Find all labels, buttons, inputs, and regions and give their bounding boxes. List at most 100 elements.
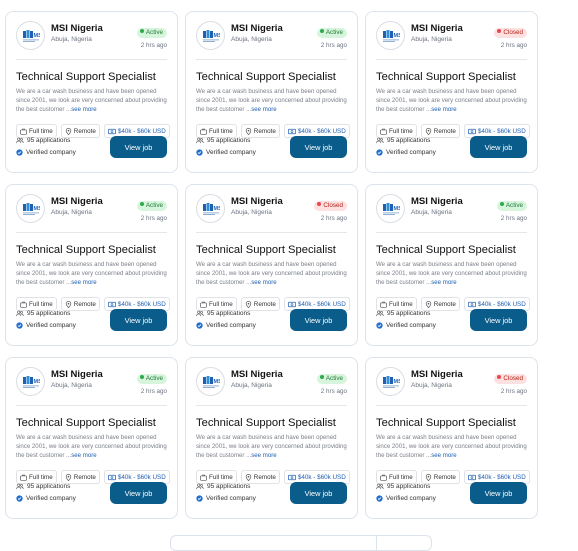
card-footer: 95 applications Verified company View jo…	[196, 309, 347, 333]
card-footer: 95 applications Verified company View jo…	[376, 136, 527, 160]
briefcase-icon	[200, 474, 207, 481]
job-card-2[interactable]: MSI MSI Nigeria Abuja, Nigeria Active 2 …	[185, 11, 358, 173]
status-label: Active	[145, 375, 163, 382]
tag-job-type-label: Full time	[209, 473, 233, 481]
job-card-4[interactable]: MSI MSI Nigeria Abuja, Nigeria Active 2 …	[5, 184, 178, 346]
company-info: MSI Nigeria Abuja, Nigeria	[411, 194, 497, 218]
company-location: Abuja, Nigeria	[51, 36, 92, 43]
applications-count: 95 applications	[196, 483, 250, 490]
job-card-7[interactable]: MSI MSI Nigeria Abuja, Nigeria Active 2 …	[5, 357, 178, 519]
see-more-link[interactable]: see more	[71, 106, 96, 113]
job-card-8[interactable]: MSI MSI Nigeria Abuja, Nigeria Active 2 …	[185, 357, 358, 519]
card-footer: 95 applications Verified company View jo…	[376, 309, 527, 333]
svg-text:MSI: MSI	[33, 206, 40, 212]
location-pin-icon	[425, 473, 432, 481]
status-label: Active	[325, 29, 343, 36]
money-icon	[287, 474, 296, 480]
svg-text:MSI: MSI	[213, 379, 220, 385]
money-icon	[107, 128, 116, 134]
job-title[interactable]: Technical Support Specialist	[16, 71, 167, 84]
view-job-button[interactable]: View job	[470, 309, 527, 331]
verified-company: Verified company	[376, 322, 436, 329]
view-job-button[interactable]: View job	[290, 309, 347, 331]
view-job-button[interactable]: View job	[470, 482, 527, 504]
company-name: MSI Nigeria	[411, 23, 463, 34]
verified-label: Verified company	[206, 322, 256, 329]
job-title[interactable]: Technical Support Specialist	[16, 417, 167, 430]
company-name: MSI Nigeria	[411, 369, 463, 380]
verified-company: Verified company	[376, 495, 436, 502]
job-description: We are a car wash business and have been…	[376, 260, 527, 288]
briefcase-icon	[200, 128, 207, 135]
job-title[interactable]: Technical Support Specialist	[196, 417, 347, 430]
job-title[interactable]: Technical Support Specialist	[376, 71, 527, 84]
view-job-button[interactable]: View job	[290, 136, 347, 158]
view-job-button[interactable]: View job	[110, 136, 167, 158]
job-title[interactable]: Technical Support Specialist	[16, 244, 167, 257]
users-icon	[196, 137, 204, 144]
status-dot	[317, 202, 322, 207]
card-divider	[16, 405, 167, 406]
location-pin-icon	[65, 473, 72, 481]
see-more-link[interactable]: see more	[431, 106, 456, 113]
see-more-link[interactable]: see more	[71, 279, 96, 286]
svg-text:MSI: MSI	[393, 33, 400, 39]
card-divider	[16, 232, 167, 233]
status-badge: Active	[316, 28, 347, 38]
msi-logo-icon: MSI	[196, 21, 225, 50]
see-more-link[interactable]: see more	[431, 452, 456, 459]
status-dot	[497, 29, 502, 34]
status-dot	[139, 29, 144, 34]
job-card-6[interactable]: MSI MSI Nigeria Abuja, Nigeria Active 2 …	[365, 184, 538, 346]
tag-work-mode-label: Remote	[433, 300, 456, 308]
see-more-link[interactable]: see more	[251, 106, 276, 113]
job-card-9[interactable]: MSI MSI Nigeria Abuja, Nigeria Closed 2 …	[365, 357, 538, 519]
verified-label: Verified company	[206, 495, 256, 502]
job-card-3[interactable]: MSI MSI Nigeria Abuja, Nigeria Closed 2 …	[365, 11, 538, 173]
job-title[interactable]: Technical Support Specialist	[196, 244, 347, 257]
applications-count: 95 applications	[196, 310, 250, 317]
job-card-5[interactable]: MSI MSI Nigeria Abuja, Nigeria Closed 2 …	[185, 184, 358, 346]
card-divider	[376, 405, 527, 406]
applications-label: 95 applications	[387, 137, 431, 144]
company-name: MSI Nigeria	[51, 369, 103, 380]
view-job-button[interactable]: View job	[470, 136, 527, 158]
location-pin-icon	[65, 127, 72, 135]
tag-job-type-label: Full time	[389, 127, 413, 135]
verified-check-icon	[376, 495, 383, 502]
verified-check-icon	[16, 495, 23, 502]
job-title[interactable]: Technical Support Specialist	[376, 244, 527, 257]
users-icon	[16, 483, 24, 490]
see-more-link[interactable]: see more	[431, 279, 456, 286]
status-label: Closed	[503, 29, 523, 36]
view-job-button[interactable]: View job	[290, 482, 347, 504]
money-icon	[467, 474, 476, 480]
company-name: MSI Nigeria	[51, 23, 103, 34]
job-description: We are a car wash business and have been…	[16, 87, 167, 115]
tag-salary-label: $40k - $60k USD	[117, 127, 166, 135]
verified-label: Verified company	[26, 495, 76, 502]
status-badge: Active	[316, 374, 347, 384]
company-name: MSI Nigeria	[411, 196, 463, 207]
msi-logo-icon: MSI	[376, 367, 405, 396]
see-more-link[interactable]: see more	[71, 452, 96, 459]
tag-job-type-label: Full time	[29, 127, 53, 135]
pagination-bar[interactable]	[170, 535, 432, 551]
see-more-link[interactable]: see more	[251, 452, 276, 459]
posted-time: 2 hrs ago	[320, 215, 347, 222]
applications-label: 95 applications	[207, 310, 251, 317]
verified-label: Verified company	[26, 149, 76, 156]
job-title[interactable]: Technical Support Specialist	[376, 417, 527, 430]
card-footer: 95 applications Verified company View jo…	[196, 482, 347, 506]
job-card-1[interactable]: MSI MSI Nigeria Abuja, Nigeria Active 2 …	[5, 11, 178, 173]
view-job-button[interactable]: View job	[110, 309, 167, 331]
card-header: MSI MSI Nigeria Abuja, Nigeria Active 2 …	[196, 367, 347, 397]
view-job-button[interactable]: View job	[110, 482, 167, 504]
company-location: Abuja, Nigeria	[411, 36, 452, 43]
see-more-link[interactable]: see more	[251, 279, 276, 286]
verified-check-icon	[16, 322, 23, 329]
company-location: Abuja, Nigeria	[231, 382, 272, 389]
tag-work-mode-label: Remote	[253, 473, 276, 481]
job-title[interactable]: Technical Support Specialist	[196, 71, 347, 84]
company-name: MSI Nigeria	[231, 196, 283, 207]
